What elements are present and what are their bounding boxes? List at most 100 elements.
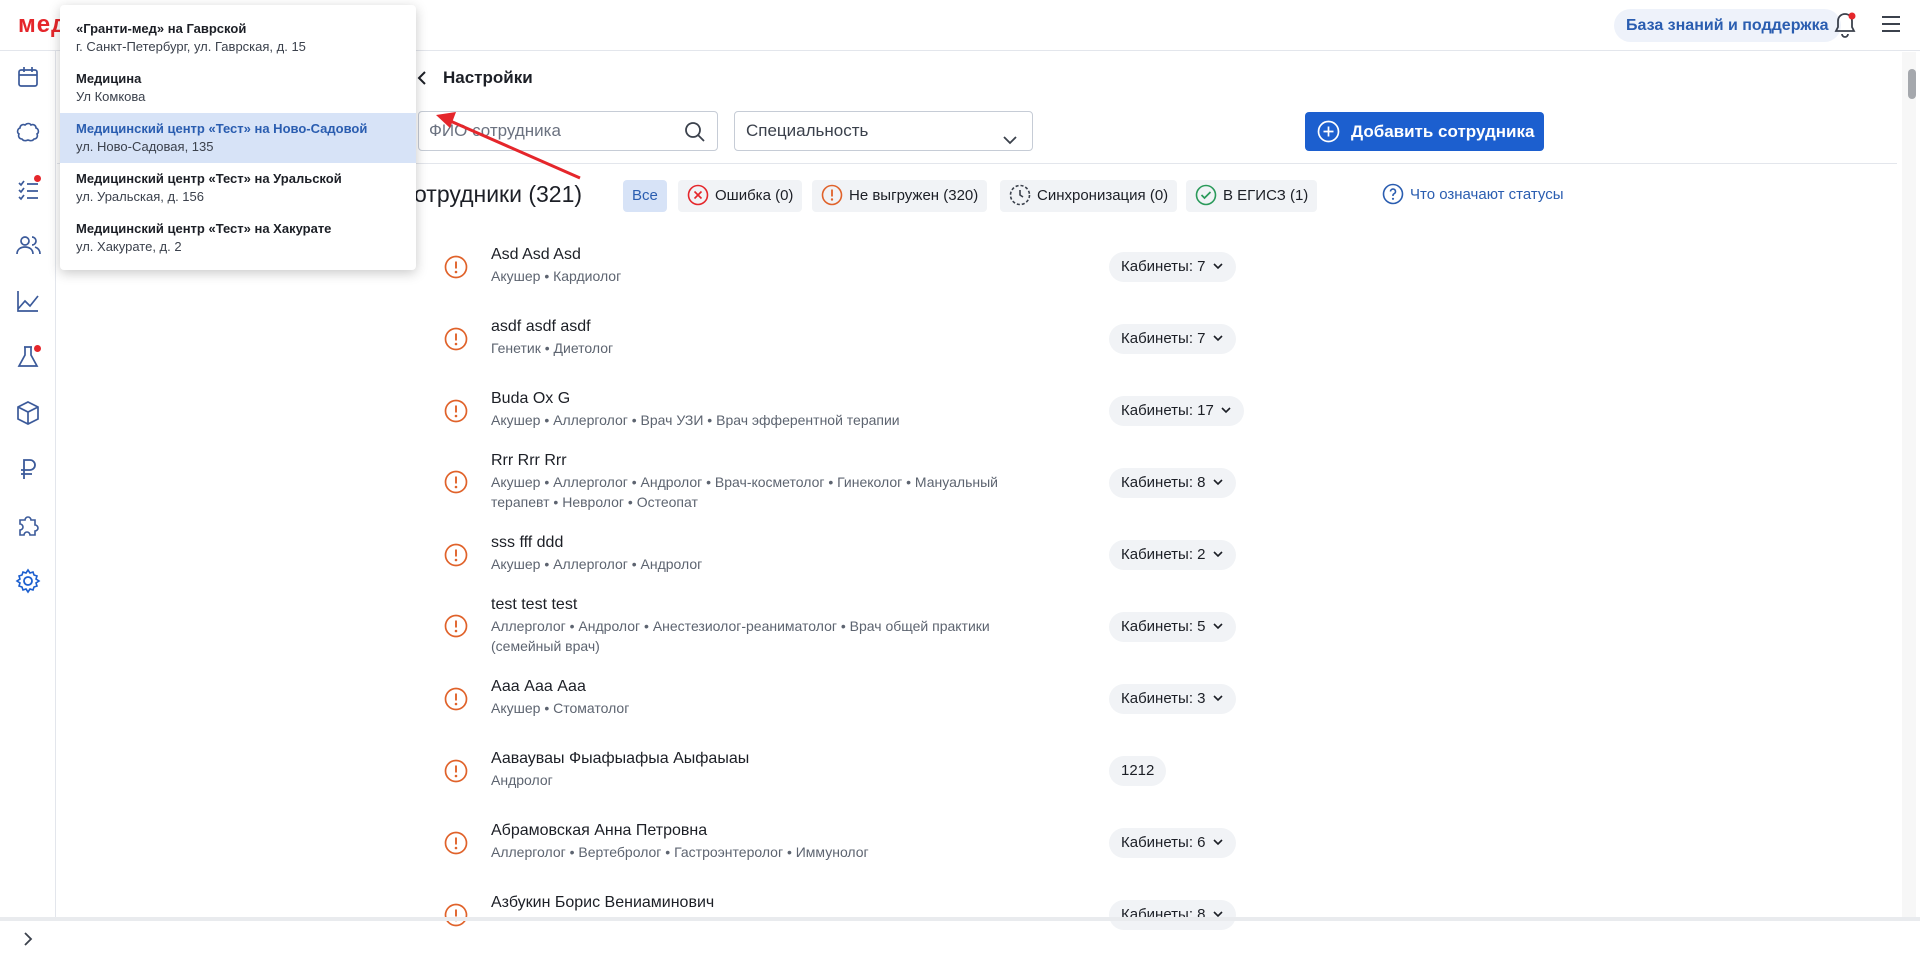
employee-row[interactable]: Абрамовская Анна Петровна Аллерголог • Ве… [440,822,1260,862]
cabinets-dropdown[interactable]: Кабинеты: 6 [1109,828,1236,858]
cabinets-label: Кабинеты: 7 [1121,258,1206,275]
clinic-title: Медицинский центр «Тест» на Хакурате [76,221,332,236]
warning-icon [444,327,468,351]
employee-specialties: Генетик • Диетолог [491,340,614,356]
cabinets-label: Кабинеты: 7 [1121,330,1206,347]
flask-icon[interactable] [14,343,42,371]
status-help-link[interactable]: Что означают статусы [1382,183,1564,207]
employee-name[interactable]: Аавауваы Фыафыафыа Аыфаыаы [491,750,749,768]
employee-row[interactable]: Ааа Ааа Ааа Акушер • Стоматолог Кабинеты: … [440,678,1260,718]
clinic-title: Медицина [76,71,142,86]
employee-name[interactable]: Buda Ox G [491,390,570,408]
bottom-bar [0,917,1920,921]
filter-all[interactable]: Все [623,180,667,212]
cabinets-label: Кабинеты: 3 [1121,690,1206,707]
cabinets-label: 1212 [1121,762,1155,779]
scrollbar-thumb[interactable] [1908,69,1916,99]
search-input[interactable] [419,112,669,150]
clinic-option-selected[interactable]: Медицинский центр «Тест» на Ново-Садовой… [60,113,416,163]
warning-icon [444,687,468,711]
help-button[interactable]: База знаний и поддержка [1614,9,1841,42]
filter-not-uploaded[interactable]: Не выгружен (320) [812,180,988,212]
employee-name[interactable]: Asd Asd Asd [491,246,581,264]
cabinets-dropdown[interactable]: Кабинеты: 3 [1109,684,1236,714]
add-employee-button[interactable]: Добавить сотрудника [1305,112,1544,151]
notification-badge [34,175,41,182]
filter-error[interactable]: Ошибка (0) [678,180,803,212]
employee-row[interactable]: sss fff ddd Акушер • Аллерголог • Андроло… [440,534,1260,574]
employee-name[interactable]: Ааа Ааа Ааа [491,678,586,696]
sync-icon [1009,184,1031,205]
filter-sync[interactable]: Синхронизация (0) [1000,180,1178,212]
checklist-icon[interactable] [14,175,42,203]
employee-specialties: Андролог [491,772,553,788]
users-icon[interactable] [14,231,42,259]
employee-name[interactable]: Абрамовская Анна Петровна [491,822,707,840]
specialty-select-label: Специальность [746,121,869,140]
employee-row[interactable]: Азбукин Борис Вениаминович Кабинеты: 8 [440,894,1260,934]
employee-name[interactable]: sss fff ddd [491,534,563,552]
chevron-down-icon [1214,402,1232,419]
cabinets-dropdown[interactable]: 1212 [1109,756,1167,786]
error-icon [687,184,709,205]
bell-icon[interactable] [1832,11,1858,39]
warning-icon [444,399,468,423]
employee-row[interactable]: Buda Ox G Акушер • Аллерголог • Врач УЗИ … [440,390,1260,430]
gear-icon[interactable] [14,567,42,595]
employee-name[interactable]: Азбукин Борис Вениаминович [491,894,714,912]
cabinets-dropdown[interactable]: Кабинеты: 8 [1109,900,1236,930]
search-icon[interactable] [683,120,707,144]
employee-row[interactable]: asdf asdf asdf Генетик • Диетолог Кабинеты… [440,318,1260,358]
cabinets-dropdown[interactable]: Кабинеты: 2 [1109,540,1236,570]
cabinets-dropdown[interactable]: Кабинеты: 7 [1109,324,1236,354]
calendar-icon[interactable] [14,63,42,91]
cabinets-label: Кабинеты: 2 [1121,546,1206,563]
filter-label: Ошибка (0) [715,187,794,204]
warning-icon [821,184,843,205]
cabinets-dropdown[interactable]: Кабинеты: 17 [1109,396,1244,426]
notification-badge [34,345,41,352]
brain-icon[interactable] [14,119,42,147]
employee-row[interactable]: test test test Аллерголог • Андролог • Ан… [440,596,1260,656]
breadcrumb[interactable]: Настройки [443,68,533,88]
employee-row[interactable]: Rrr Rrr Rrr Акушер • Аллерголог • Андроло… [440,452,1260,512]
clinic-option[interactable]: «Гранти-мед» на Гаврской г. Санкт-Петерб… [60,13,416,63]
filter-egisz[interactable]: В ЕГИСЗ (1) [1186,180,1318,212]
cabinets-dropdown[interactable]: Кабинеты: 7 [1109,252,1236,282]
clinic-title: «Гранти-мед» на Гаврской [76,21,247,36]
scrollbar[interactable] [1902,52,1916,918]
warning-icon [444,470,468,494]
chart-icon[interactable] [14,287,42,315]
box-icon[interactable] [14,399,42,427]
chevron-down-icon [1206,618,1224,635]
sidebar [0,51,56,946]
employee-row[interactable]: Asd Asd Asd Акушер • Кардиолог Кабинеты: 7 [440,246,1260,286]
chevron-down-icon [1206,474,1224,491]
employee-name[interactable]: Rrr Rrr Rrr [491,452,567,470]
add-employee-label: Добавить сотрудника [1351,122,1535,141]
chevron-down-icon [1206,690,1224,707]
cabinets-dropdown[interactable]: Кабинеты: 8 [1109,468,1236,498]
employee-name[interactable]: test test test [491,596,577,614]
status-help-label: Что означают статусы [1410,186,1564,203]
expand-sidebar-icon[interactable] [18,929,38,949]
employee-name[interactable]: asdf asdf asdf [491,318,591,336]
employee-specialties: Акушер • Аллерголог • Врач УЗИ • Врач эф… [491,412,900,428]
ruble-icon[interactable] [14,455,42,483]
warning-icon [444,543,468,567]
chevron-down-icon [1206,330,1224,347]
cabinets-label: Кабинеты: 6 [1121,834,1206,851]
employee-row[interactable]: Аавауваы Фыафыафыа Аыфаыаы Андролог 1212 [440,750,1260,790]
clinic-option[interactable]: Медицинский центр «Тест» на Хакурате ул.… [60,213,416,263]
cabinets-dropdown[interactable]: Кабинеты: 5 [1109,612,1236,642]
clinic-title: Медицинский центр «Тест» на Ново-Садовой [76,121,368,136]
employee-specialties: Акушер • Стоматолог [491,700,630,716]
specialty-select[interactable]: Специальность [734,111,1033,151]
menu-icon[interactable] [1880,13,1902,35]
filter-label: Не выгружен (320) [849,187,979,204]
chevron-down-icon [1206,258,1224,275]
clinic-option[interactable]: Медицинский центр «Тест» на Уральской ул… [60,163,416,213]
puzzle-icon[interactable] [14,511,42,539]
clinic-option[interactable]: Медицина Ул Комкова [60,63,416,113]
search-field[interactable] [418,111,718,151]
